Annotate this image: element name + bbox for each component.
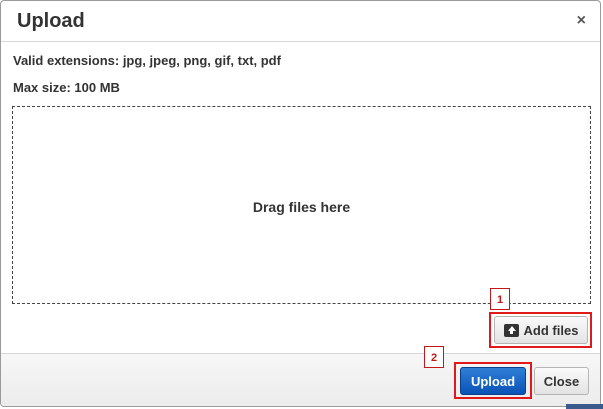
dialog-title: Upload <box>17 10 85 32</box>
annotation-marker-1: 1 <box>490 288 510 310</box>
upload-button[interactable]: Upload <box>460 367 526 395</box>
add-files-button[interactable]: Add files <box>494 316 588 344</box>
dialog-header: Upload × <box>1 1 600 42</box>
valid-extensions-text: Valid extensions: jpg, jpeg, png, gif, t… <box>13 53 281 68</box>
add-files-label: Add files <box>523 322 579 338</box>
background-window-edge <box>566 404 603 409</box>
dropzone-label: Drag files here <box>252 199 351 215</box>
close-icon[interactable]: × <box>577 13 586 29</box>
file-dropzone[interactable]: Drag files here <box>12 106 591 304</box>
annotation-marker-2: 2 <box>424 346 444 368</box>
upload-dialog: Upload × Valid extensions: jpg, jpeg, pn… <box>0 0 601 407</box>
max-size-text: Max size: 100 MB <box>13 80 120 95</box>
close-button[interactable]: Close <box>534 367 589 395</box>
upload-icon <box>503 323 519 337</box>
